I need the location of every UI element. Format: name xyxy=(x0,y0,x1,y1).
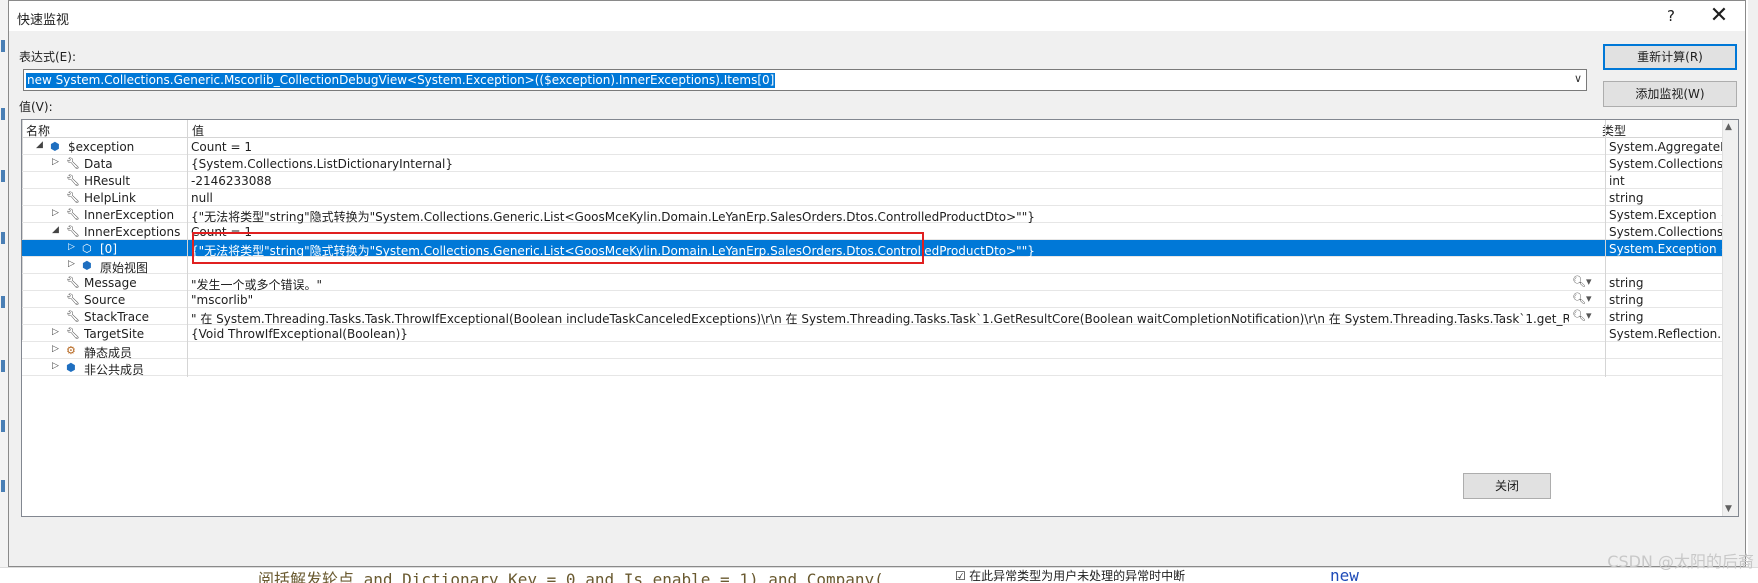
collapse-arrow-icon[interactable]: ◢ xyxy=(52,225,59,235)
scroll-down-icon[interactable]: ▼ xyxy=(1725,504,1732,514)
row-type: int xyxy=(1609,174,1625,188)
dialog-title: 快速监视 xyxy=(17,13,70,28)
expression-combobox[interactable]: new System.Collections.Generic.Mscorlib_… xyxy=(23,69,1587,91)
expression-label: 表达式(E): xyxy=(19,50,76,64)
row-type: string xyxy=(1609,276,1644,290)
vertical-scrollbar[interactable]: ▲ ▼ xyxy=(1722,120,1738,516)
row-name: [0] xyxy=(100,242,117,256)
row-value: {System.Collections.ListDictionaryIntern… xyxy=(191,157,454,171)
expand-arrow-icon[interactable]: ▷ xyxy=(68,259,75,269)
collapse-arrow-icon[interactable]: ◢ xyxy=(36,140,43,150)
editor-right-edge xyxy=(1748,0,1758,582)
expand-arrow-icon[interactable]: ▷ xyxy=(52,344,59,354)
row-name: StackTrace xyxy=(84,310,150,324)
wrench-icon: 🔧︎ xyxy=(66,157,80,170)
wrench-icon: 🔧︎ xyxy=(66,208,80,221)
magnifier-icon[interactable]: 🔍︎▾ xyxy=(1572,275,1592,288)
object-icon: ⬢ xyxy=(82,259,92,272)
column-header-name[interactable]: 名称 xyxy=(26,122,50,139)
row-name: Source xyxy=(84,293,126,307)
column-header-value[interactable]: 值 xyxy=(192,122,204,139)
magnifier-icon[interactable]: 🔍︎▾ xyxy=(1572,292,1592,305)
close-icon[interactable]: ✕ xyxy=(1707,3,1731,29)
editor-background: 阅括解发轮点 and Dictionary Key = 0 and Is ena… xyxy=(0,567,1758,583)
grid-row-data[interactable]: ▷ 🔧︎ Data {System.Collections.ListDictio… xyxy=(22,155,1738,172)
row-name: 非公共成员 xyxy=(84,363,145,377)
add-watch-button[interactable]: 添加监视(W) xyxy=(1603,81,1737,107)
magnifier-icon[interactable]: 🔍︎▾ xyxy=(1572,309,1592,322)
grid-row-source[interactable]: 🔧︎ Source "mscorlib" 🔍︎▾ string xyxy=(22,291,1738,308)
grid-row-hresult[interactable]: 🔧︎ HResult -2146233088 int xyxy=(22,172,1738,189)
row-type: System.Collections.ID... xyxy=(1609,157,1739,171)
recalculate-button[interactable]: 重新计算(R) xyxy=(1603,44,1737,70)
row-name: InnerExceptions xyxy=(84,225,181,239)
row-name: Data xyxy=(84,157,113,171)
expand-arrow-icon[interactable]: ▷ xyxy=(68,242,75,252)
grid-row-innerexception[interactable]: ▷ 🔧︎ InnerException {"无法将类型"string"隐式转换为… xyxy=(22,206,1739,224)
object-icon: ⬢ xyxy=(66,361,76,374)
grid-row-nonpublic-members[interactable]: ▷ ⬢ 非公共成员 xyxy=(22,359,1738,377)
row-value: {Void ThrowIfExceptional(Boolean)} xyxy=(191,327,408,341)
row-name: $exception xyxy=(68,140,135,154)
expand-arrow-icon[interactable]: ▷ xyxy=(52,327,59,337)
row-type: System.Reflection.Me... xyxy=(1609,327,1739,341)
row-value: null xyxy=(191,191,213,205)
row-name: HResult xyxy=(84,174,131,188)
row-value: "mscorlib" xyxy=(191,293,254,307)
row-type: string xyxy=(1609,191,1644,205)
wrench-icon: 🔧︎ xyxy=(66,276,80,289)
wrench-icon: 🔧︎ xyxy=(66,327,80,340)
watch-grid[interactable]: 名称 值 类型 ◢ ⬢ $exception Count = 1 System.… xyxy=(21,119,1739,517)
quickwatch-dialog: 快速监视 ? ✕ 表达式(E): new System.Collections.… xyxy=(8,0,1746,567)
wrench-icon: 🔧︎ xyxy=(66,310,80,323)
expand-arrow-icon[interactable]: ▷ xyxy=(52,157,59,167)
grid-row-stacktrace[interactable]: 🔧︎ StackTrace " 在 System.Threading.Tasks… xyxy=(22,308,1738,326)
row-type: System.Collections.O... xyxy=(1609,225,1739,239)
static-members-icon: ⚙︎ xyxy=(66,344,76,357)
background-checkbox-label: 在此异常类型为用户未处理的异常时中断 xyxy=(969,569,1186,583)
expression-input[interactable]: new System.Collections.Generic.Mscorlib_… xyxy=(26,73,776,88)
expand-arrow-icon[interactable]: ▷ xyxy=(52,361,59,371)
grid-header: 名称 值 类型 xyxy=(22,120,1738,138)
row-name: Message xyxy=(84,276,137,290)
wrench-icon: 🔧︎ xyxy=(66,293,80,306)
scroll-up-icon[interactable]: ▲ xyxy=(1725,122,1732,132)
highlight-annotation xyxy=(192,232,924,264)
title-bar: 快速监视 ? ✕ xyxy=(9,1,1745,31)
close-button[interactable]: 关闭 xyxy=(1463,473,1551,499)
row-value: -2146233088 xyxy=(191,174,272,188)
background-code-line: 阅括解发轮点 and Dictionary Key = 0 and Is ena… xyxy=(258,570,884,583)
row-type: System.Exception {Mi... xyxy=(1609,242,1739,256)
row-name: InnerException xyxy=(84,208,175,222)
row-type: System.Exception {Mi... xyxy=(1609,208,1739,222)
wrench-icon: 🔧︎ xyxy=(66,174,80,187)
background-keyword: new xyxy=(1330,567,1359,583)
object-icon: ⬢ xyxy=(50,140,60,153)
chevron-down-icon[interactable]: ∨ xyxy=(1574,72,1582,85)
row-name: TargetSite xyxy=(84,327,145,341)
row-value: Count = 1 xyxy=(191,140,252,154)
row-type: System.AggregateExc... xyxy=(1609,140,1739,154)
grid-row-targetsite[interactable]: ▷ 🔧︎ TargetSite {Void ThrowIfExceptional… xyxy=(22,325,1738,342)
expand-arrow-icon[interactable]: ▷ xyxy=(52,208,59,218)
background-checkbox: ☑ 在此异常类型为用户未处理的异常时中断 xyxy=(955,569,1186,583)
grid-row-exception[interactable]: ◢ ⬢ $exception Count = 1 System.Aggregat… xyxy=(22,138,1738,155)
help-button[interactable]: ? xyxy=(1661,7,1681,25)
value-label: 值(V): xyxy=(19,100,53,114)
grid-row-static-members[interactable]: ▷ ⚙︎ 静态成员 xyxy=(22,342,1738,360)
wrench-icon: 🔧︎ xyxy=(66,191,80,204)
object-icon: ⬡ xyxy=(82,242,92,255)
wrench-icon: 🔧︎ xyxy=(66,225,80,238)
grid-row-message[interactable]: 🔧︎ Message "发生一个或多个错误。" 🔍︎▾ string xyxy=(22,274,1738,292)
watermark: CSDN @太阳的后裔 xyxy=(1607,552,1754,571)
row-type: string xyxy=(1609,310,1644,324)
grid-row-helplink[interactable]: 🔧︎ HelpLink null string xyxy=(22,189,1738,206)
row-name: HelpLink xyxy=(84,191,136,205)
row-type: string xyxy=(1609,293,1644,307)
